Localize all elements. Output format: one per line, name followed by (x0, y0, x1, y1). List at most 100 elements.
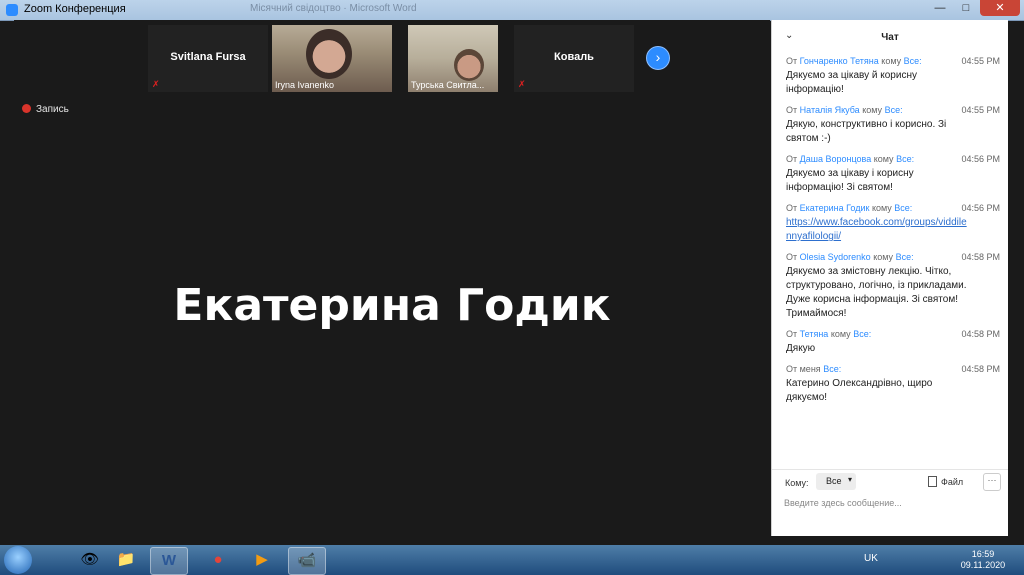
muted-icon: ✗ (152, 79, 160, 89)
chat-input[interactable]: Введите здесь сообщение... (784, 498, 902, 508)
participant-video[interactable]: Iryna Ivanenko (272, 25, 392, 92)
msg-recipient: Все: (853, 329, 872, 339)
taskbar-app[interactable]: 👁 (72, 547, 108, 573)
maximize-button[interactable]: □ (954, 0, 978, 16)
participant-video[interactable]: Турська Свитла... (408, 25, 498, 92)
chat-message: От Екатерина Годик кому Все: 04:56 PM htt… (786, 203, 1000, 244)
msg-text: інформацію! Зі святом! (786, 182, 893, 193)
msg-text: інформацію! (786, 84, 844, 95)
msg-text: Дуже корисна інформація. Зі святом! (786, 294, 958, 305)
minimize-button[interactable]: — (928, 0, 952, 16)
recording-indicator[interactable]: Запись (22, 104, 69, 115)
msg-text: святом :-) (786, 133, 831, 144)
title-bar: Zoom Конференция Місячний свідоцтво · Mi… (0, 0, 1024, 21)
msg-time: 04:58 PM (961, 329, 1000, 339)
participant-face (454, 49, 484, 81)
msg-sender[interactable]: Наталія Якуба (800, 105, 860, 115)
recipient-select[interactable]: Все ▾ (816, 473, 856, 490)
taskbar-app[interactable]: 📁 (108, 547, 144, 573)
participant-face (306, 29, 352, 79)
chat-title: Чат (881, 32, 899, 43)
recipient-value: Все (826, 476, 842, 486)
clock-time: 16:59 (971, 549, 995, 559)
msg-text: Тримаймося! (786, 308, 847, 319)
language-indicator[interactable]: UK (864, 553, 878, 564)
chat-message: От Наталія Якуба кому Все: 04:55 PM Дякую… (786, 105, 1000, 146)
msg-text: Дякую (786, 343, 816, 354)
chat-message: От Тетяна кому Все: 04:58 PM Дякую (786, 329, 1000, 356)
msg-from: От (786, 105, 798, 115)
zoom-window: Zoom Конференция Місячний свідоцтво · Mi… (0, 0, 1024, 545)
chat-panel: ⌄ Чат От Гончаренко Тетяна кому Все: 04:5… (771, 20, 1008, 536)
msg-time: 04:55 PM (961, 56, 1000, 66)
taskbar-app[interactable]: ▶ (244, 547, 280, 573)
msg-recipient: Все: (896, 154, 915, 164)
msg-text: Дякуємо за цікаву й корисну (786, 70, 917, 81)
chat-message: От Гончаренко Тетяна кому Все: 04:55 PM Д… (786, 56, 1000, 97)
msg-to: кому (830, 329, 851, 339)
taskbar-app[interactable]: 📹 (288, 547, 326, 575)
msg-sender[interactable]: Olesia Sydorenko (800, 252, 871, 262)
msg-from: От (786, 154, 798, 164)
msg-from: От (786, 252, 798, 262)
participant-tile[interactable]: Коваль ✗ (514, 25, 634, 92)
msg-text: Катерино Олександрівно, щиро (786, 378, 933, 389)
msg-text: Дякую, конструктивно і корисно. Зі (786, 119, 947, 130)
msg-sender[interactable]: Екатерина Годик (800, 203, 870, 213)
msg-time: 04:56 PM (961, 203, 1000, 213)
chat-message: От Olesia Sydorenko кому Все: 04:58 PM Дя… (786, 252, 1000, 321)
msg-to: кому (873, 154, 894, 164)
clock[interactable]: 16:59 09.11.2020 (958, 549, 1008, 571)
msg-sender[interactable]: Гончаренко Тетяна (800, 56, 879, 66)
taskbar: 👁 📁 W ● ▶ 📹 UK 16:59 09.11.2020 (0, 545, 1024, 575)
clock-date: 09.11.2020 (960, 560, 1006, 570)
msg-from: От (786, 203, 798, 213)
msg-text: структуровано, логічно, із прикладами. (786, 280, 967, 291)
taskbar-app[interactable]: ● (200, 547, 236, 573)
file-button[interactable]: Файл (928, 476, 963, 487)
chat-message: От Даша Воронцова кому Все: 04:56 PM Дяку… (786, 154, 1000, 195)
participant-label: Iryna Ivanenko (275, 80, 335, 90)
taskbar-app[interactable]: W (150, 547, 188, 575)
msg-to: кому (881, 56, 902, 66)
msg-to: кому (871, 203, 892, 213)
msg-time: 04:55 PM (961, 105, 1000, 115)
start-button[interactable] (4, 546, 32, 574)
msg-recipient: Все: (884, 105, 903, 115)
msg-time: 04:58 PM (961, 252, 1000, 262)
chevron-down-icon: ▾ (847, 475, 852, 484)
msg-to: кому (862, 105, 883, 115)
participant-name: Svitlana Fursa (170, 51, 246, 63)
video-area: Svitlana Fursa ✗ Iryna Ivanenko Турська … (14, 20, 770, 536)
msg-text: Дякуємо за змістовну лекцію. Чітко, (786, 266, 952, 277)
msg-recipient: Все: (823, 364, 842, 374)
more-options-button[interactable]: ··· (983, 473, 1001, 491)
record-icon (22, 104, 31, 113)
close-button[interactable]: ✕ (980, 0, 1020, 16)
msg-recipient: Все: (903, 56, 922, 66)
participant-label: Турська Свитла... (411, 80, 485, 90)
next-page-button[interactable]: › (646, 46, 670, 70)
msg-from: От меня (786, 364, 821, 374)
facebook-link[interactable]: https://www.facebook.com/groups/viddile (786, 217, 967, 228)
msg-from: От (786, 329, 798, 339)
facebook-link[interactable]: nnyafilologii/ (786, 231, 841, 242)
participant-tile[interactable]: Svitlana Fursa ✗ (148, 25, 268, 92)
chat-message: От меня Все: 04:58 PM Катерино Олександрі… (786, 364, 1000, 405)
participant-name: Коваль (554, 51, 594, 63)
muted-icon: ✗ (518, 79, 526, 89)
msg-from: От (786, 56, 798, 66)
chat-divider (772, 469, 1008, 470)
msg-time: 04:56 PM (961, 154, 1000, 164)
msg-recipient: Все: (894, 203, 913, 213)
msg-time: 04:58 PM (961, 364, 1000, 374)
recording-label: Запись (36, 104, 69, 115)
msg-recipient: Все: (895, 252, 914, 262)
recipient-label: Кому: (785, 478, 809, 488)
msg-text: Дякуємо за цікаву і корисну (786, 168, 914, 179)
chat-header: ⌄ Чат (772, 20, 1008, 52)
chat-messages: От Гончаренко Тетяна кому Все: 04:55 PM Д… (786, 56, 1000, 413)
msg-to: кому (873, 252, 894, 262)
msg-sender[interactable]: Тетяна (800, 329, 829, 339)
msg-sender[interactable]: Даша Воронцова (800, 154, 872, 164)
